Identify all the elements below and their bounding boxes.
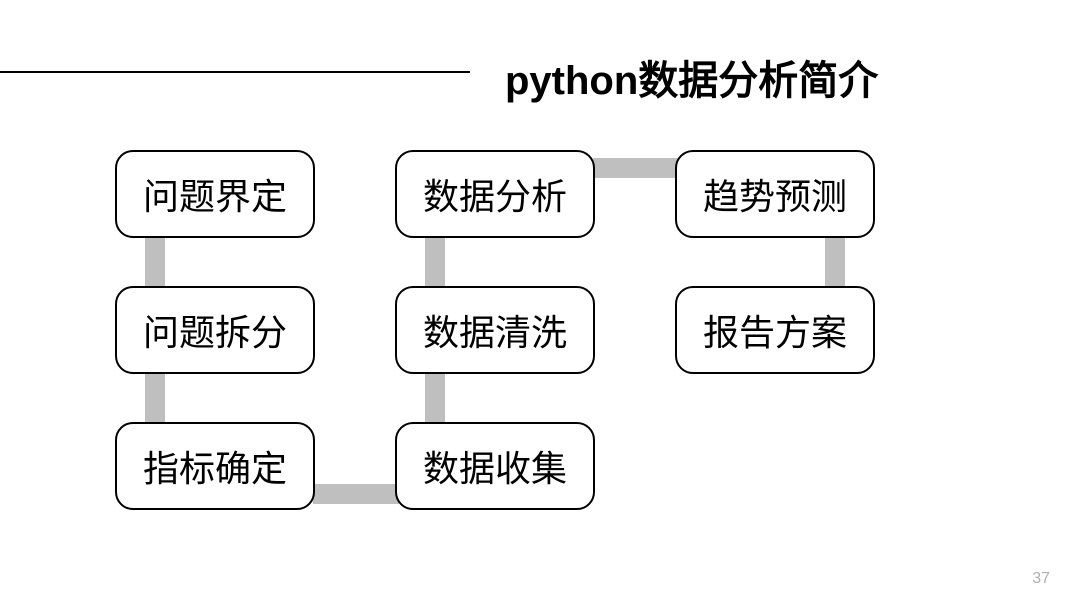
header-divider-line <box>0 71 470 73</box>
box-label: 问题界定 <box>143 168 287 220</box>
box-label: 指标确定 <box>143 440 287 492</box>
flow-box-report-plan: 报告方案 <box>675 286 875 374</box>
flow-box-data-collection: 数据收集 <box>395 422 595 510</box>
box-label: 数据收集 <box>423 440 567 492</box>
connector-vertical <box>825 235 845 290</box>
slide-title: python数据分析简介 <box>505 48 878 106</box>
connector-vertical <box>425 235 445 290</box>
box-label: 趋势预测 <box>703 168 847 220</box>
box-label: 数据分析 <box>423 168 567 220</box>
box-label: 数据清洗 <box>423 304 567 356</box>
flow-box-trend-prediction: 趋势预测 <box>675 150 875 238</box>
flow-box-data-cleaning: 数据清洗 <box>395 286 595 374</box>
connector-vertical <box>145 371 165 426</box>
connector-vertical <box>145 235 165 290</box>
box-label: 报告方案 <box>703 304 847 356</box>
connector-vertical <box>425 371 445 426</box>
flow-box-data-analysis: 数据分析 <box>395 150 595 238</box>
flow-box-problem-definition: 问题界定 <box>115 150 315 238</box>
flowchart-diagram: 问题界定 问题拆分 指标确定 数据分析 数据清洗 数据收集 趋势预测 报告方案 <box>115 140 965 560</box>
connector-horizontal <box>593 158 679 178</box>
connector-horizontal <box>313 484 399 504</box>
box-label: 问题拆分 <box>143 304 287 356</box>
flow-box-indicator-determination: 指标确定 <box>115 422 315 510</box>
page-number: 37 <box>1032 570 1050 588</box>
flow-box-problem-breakdown: 问题拆分 <box>115 286 315 374</box>
